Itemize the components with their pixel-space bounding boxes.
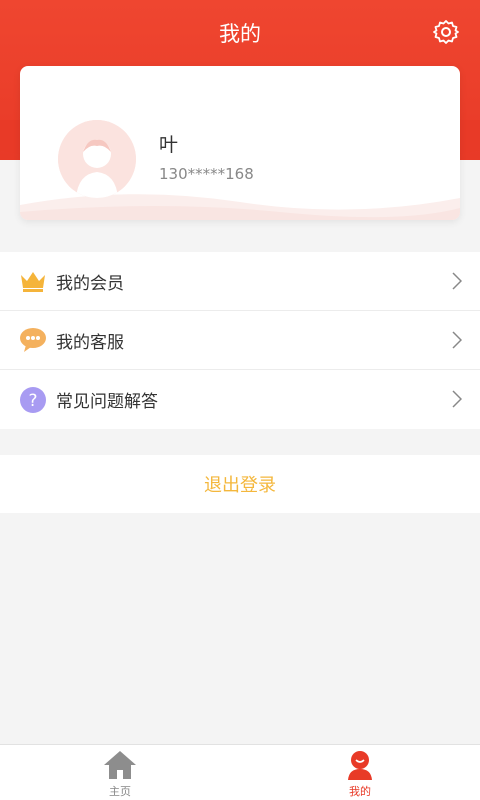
chat-bubble-icon — [18, 325, 48, 355]
tab-label: 主页 — [109, 785, 131, 798]
menu-item-customer-service[interactable]: 我的客服 — [0, 311, 480, 370]
menu-item-membership[interactable]: 我的会员 — [0, 252, 480, 311]
chevron-right-icon — [452, 390, 462, 408]
tab-home[interactable]: 主页 — [0, 745, 240, 800]
tab-label: 我的 — [349, 785, 371, 798]
profile-card[interactable]: 叶 130*****168 — [20, 66, 460, 220]
bottom-tab-bar: 主页 我的 — [0, 744, 480, 800]
tab-mine[interactable]: 我的 — [240, 745, 480, 800]
menu-item-label: 我的会员 — [56, 273, 124, 294]
svg-text:?: ? — [28, 391, 37, 411]
menu-item-label: 我的客服 — [56, 332, 124, 353]
gear-icon[interactable] — [432, 18, 460, 46]
menu-item-faq[interactable]: ? 常见问题解答 — [0, 370, 480, 429]
crown-icon — [18, 266, 48, 296]
logout-button[interactable]: 退出登录 — [0, 455, 480, 513]
user-name: 叶 — [159, 134, 179, 156]
user-avatar-icon[interactable] — [58, 120, 136, 198]
person-icon — [348, 751, 372, 780]
chevron-right-icon — [452, 272, 462, 290]
home-icon — [104, 751, 136, 779]
page-title: 我的 — [219, 22, 261, 46]
menu-list: 我的会员 我的客服 ? 常见问题解答 — [0, 252, 480, 429]
question-icon: ? — [18, 385, 48, 415]
user-phone: 130*****168 — [159, 165, 254, 183]
chevron-right-icon — [452, 331, 462, 349]
menu-item-label: 常见问题解答 — [56, 392, 158, 412]
